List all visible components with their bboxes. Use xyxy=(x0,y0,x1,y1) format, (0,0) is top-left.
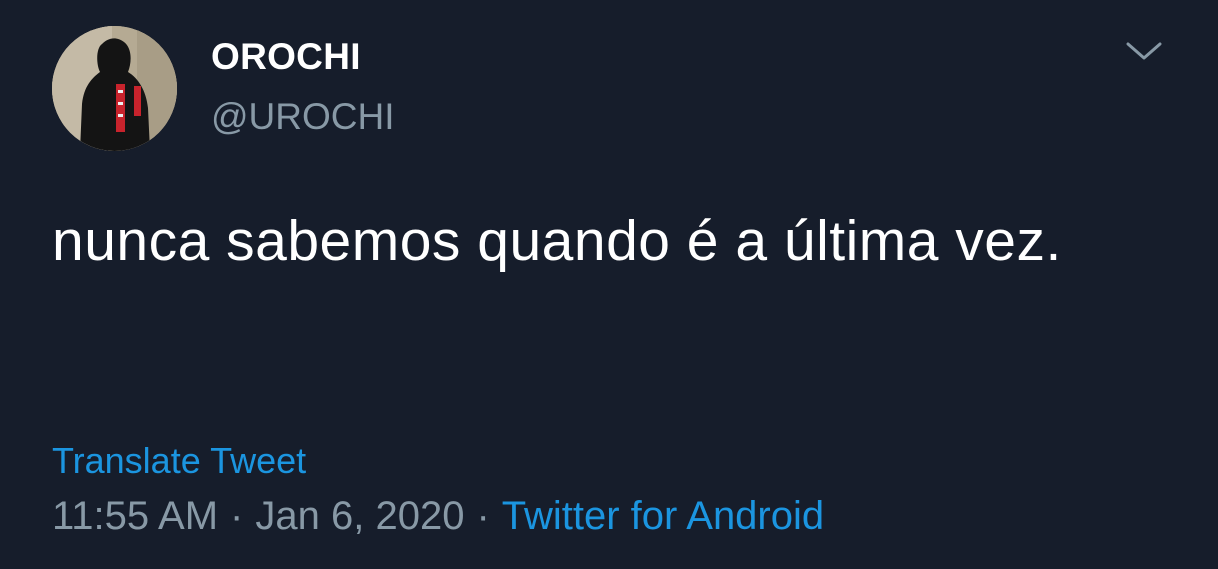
tweet-source-link[interactable]: Twitter for Android xyxy=(502,494,824,538)
author-display-name[interactable]: OROCHI xyxy=(211,36,361,78)
tweet-meta: 11:55 AM · Jan 6, 2020 · Twitter for Android xyxy=(52,494,824,539)
tweet-date[interactable]: Jan 6, 2020 xyxy=(255,494,464,538)
tweet-time[interactable]: 11:55 AM xyxy=(52,494,218,538)
meta-separator: · xyxy=(476,494,490,538)
tweet-card: OROCHI @UROCHI nunca sabemos quando é a … xyxy=(0,0,1218,569)
meta-separator: · xyxy=(230,494,244,538)
avatar[interactable] xyxy=(52,26,177,151)
avatar-image xyxy=(52,26,177,151)
tweet-text: nunca sabemos quando é a última vez. xyxy=(52,209,1062,273)
chevron-down-icon[interactable] xyxy=(1124,36,1164,66)
author-handle[interactable]: @UROCHI xyxy=(211,96,395,138)
translate-tweet-link[interactable]: Translate Tweet xyxy=(52,440,306,482)
